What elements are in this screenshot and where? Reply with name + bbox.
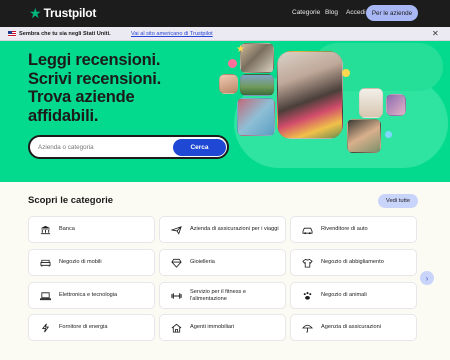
paw-icon <box>303 292 312 300</box>
star-icon: ★ <box>29 5 42 21</box>
category-label: Negozio di mobili <box>59 259 102 265</box>
airplane-icon <box>171 226 182 235</box>
category-label: Fornitore di energia <box>59 324 108 330</box>
category-card[interactable]: Servizio per il fitness e l'alimentazion… <box>159 282 286 309</box>
nav-link-categorie[interactable]: Categorie <box>292 9 320 16</box>
hero-title-line: Scrivi recensioni. <box>28 69 162 88</box>
for-businesses-button[interactable]: Per le aziende <box>366 5 418 21</box>
umbrella-icon <box>302 324 313 333</box>
hero-title-line: Trova aziende <box>28 88 135 106</box>
category-card[interactable]: Negozio di animali <box>290 282 417 309</box>
category-card[interactable]: Rivenditore di auto <box>290 216 417 243</box>
nav-link-blog[interactable]: Blog <box>325 9 338 16</box>
sofa-icon <box>40 259 51 267</box>
lightning-icon <box>41 323 50 333</box>
next-arrow-icon[interactable]: › <box>420 271 434 285</box>
category-card[interactable]: Gioielleria <box>159 249 286 276</box>
category-label: Agenzia di assicurazioni <box>321 324 382 330</box>
bank-icon <box>40 225 51 235</box>
star-icon: ★ <box>236 44 245 55</box>
collage-photo <box>359 88 383 118</box>
collage-photo-main <box>277 51 343 139</box>
category-label: Elettronica e tecnologia <box>59 292 118 298</box>
brand-name: Trustpilot <box>43 6 97 20</box>
see-all-button[interactable]: Vedi tutte <box>378 194 418 208</box>
category-card[interactable]: Agenti immobiliari <box>159 314 286 341</box>
category-label: Negozio di abbigliamento <box>321 259 384 265</box>
top-navbar: ★ Trustpilot Categorie Blog Accedi Per l… <box>0 0 450 27</box>
search-bar: Cerca <box>28 135 229 159</box>
category-card[interactable]: Fornitore di energia <box>28 314 155 341</box>
category-card[interactable]: Negozio di abbigliamento <box>290 249 417 276</box>
laptop-icon <box>40 292 51 301</box>
category-label: Banca <box>59 226 75 232</box>
decorative-dot <box>228 59 237 68</box>
trustpilot-logo[interactable]: ★ Trustpilot <box>29 6 96 20</box>
diamond-icon <box>171 258 182 268</box>
category-card[interactable]: Agenzia di assicurazioni <box>290 314 417 341</box>
banner-text: Sembra che tu sia negli Stati Uniti. <box>19 31 111 37</box>
decorative-dot <box>385 131 392 138</box>
collage-photo <box>386 94 406 116</box>
collage-photo <box>237 98 275 136</box>
us-flag-icon <box>8 31 16 37</box>
hero-title: Leggi recensioni. Scrivi recensioni. Tro… <box>28 51 161 125</box>
location-banner: Sembra che tu sia negli Stati Uniti. Vai… <box>0 27 450 41</box>
car-icon <box>302 227 313 235</box>
category-card[interactable]: Negozio di mobili <box>28 249 155 276</box>
collage-photo <box>240 43 274 73</box>
collage-photo <box>347 119 381 153</box>
dumbbell-icon <box>171 293 182 299</box>
category-card[interactable]: Elettronica e tecnologia <box>28 282 155 309</box>
categories-title: Scopri le categorie <box>28 195 114 206</box>
category-card[interactable]: Banca <box>28 216 155 243</box>
search-button[interactable]: Cerca <box>173 139 226 156</box>
shirt-icon <box>302 258 313 268</box>
close-icon[interactable]: ✕ <box>432 29 439 38</box>
hero-title-line: affidabili. <box>28 106 99 125</box>
category-label: Servizio per il fitness e l'alimentazion… <box>190 288 246 302</box>
search-input[interactable] <box>38 142 168 153</box>
category-card[interactable]: Azienda di assicurazioni per i viaggi <box>159 216 286 243</box>
house-icon <box>171 323 182 333</box>
collage-photo <box>240 74 274 96</box>
collage-photo <box>219 74 238 94</box>
category-label: Gioielleria <box>190 259 215 265</box>
hero-title-line: Leggi recensioni. <box>28 51 161 69</box>
category-label: Agenti immobiliari <box>190 324 235 330</box>
category-label: Rivenditore di auto <box>321 226 368 232</box>
hero-section: Leggi recensioni. Scrivi recensioni. Tro… <box>0 41 450 182</box>
nav-link-accedi[interactable]: Accedi <box>346 9 366 16</box>
banner-link[interactable]: Vai al sito americano di Trustpilot <box>131 31 213 37</box>
category-label: Azienda di assicurazioni per i viaggi <box>190 226 279 232</box>
category-label: Negozio di animali <box>321 292 367 298</box>
decorative-dot <box>342 69 350 77</box>
